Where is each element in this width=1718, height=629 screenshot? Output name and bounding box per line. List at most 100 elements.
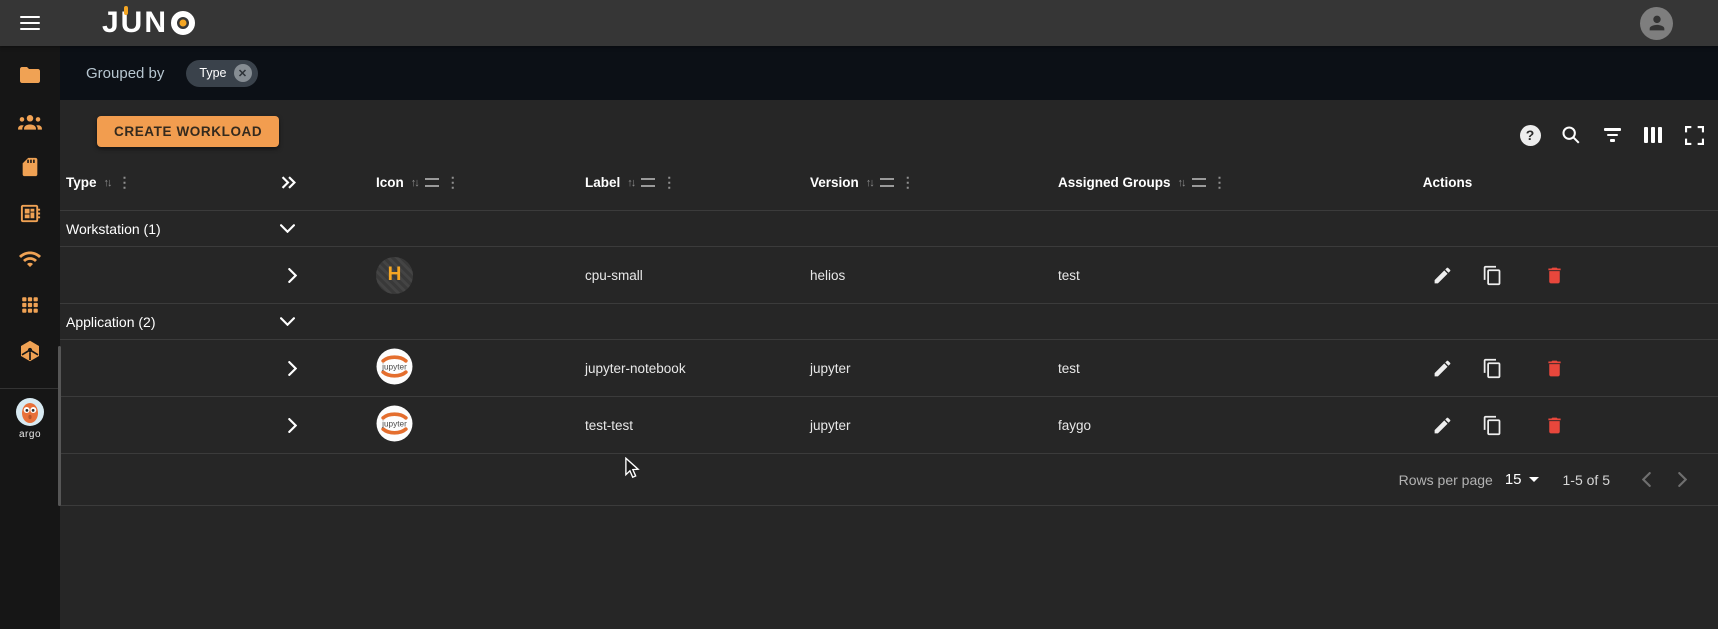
edit-icon[interactable] xyxy=(1430,263,1454,287)
delete-icon[interactable] xyxy=(1542,356,1566,380)
drag-handle-icon[interactable] xyxy=(1192,178,1206,187)
drag-handle-icon[interactable] xyxy=(641,178,655,187)
sort-icon[interactable]: ↑↓ xyxy=(1178,177,1185,189)
developer-board-icon xyxy=(19,202,42,225)
top-bar: JUN xyxy=(0,0,1718,46)
drag-handle-icon[interactable] xyxy=(880,178,894,187)
edit-icon[interactable] xyxy=(1430,413,1454,437)
column-header-icon[interactable]: Icon ↑↓ ⋮ xyxy=(340,174,560,191)
column-label: Label xyxy=(585,175,620,190)
column-menu-icon[interactable]: ⋮ xyxy=(446,174,460,191)
sort-icon[interactable]: ↑↓ xyxy=(866,177,873,189)
sort-icon[interactable]: ↑↓ xyxy=(104,177,111,189)
cell-version: jupyter xyxy=(785,418,1035,433)
row-actions xyxy=(1430,413,1718,437)
group-row-workstation[interactable]: Workstation (1) xyxy=(60,211,1718,247)
column-header-version[interactable]: Version ↑↓ ⋮ xyxy=(785,174,1035,191)
delete-icon[interactable] xyxy=(1542,413,1566,437)
scrollbar-thumb[interactable] xyxy=(58,346,61,506)
sidebar-item-groups[interactable] xyxy=(0,98,60,144)
chevron-right-icon[interactable] xyxy=(288,268,340,283)
duplicate-icon[interactable] xyxy=(1480,413,1504,437)
chevron-right-icon[interactable] xyxy=(288,418,340,433)
wifi-icon xyxy=(18,247,42,271)
column-menu-icon[interactable]: ⋮ xyxy=(118,174,132,191)
cell-assigned-groups: test xyxy=(1035,268,1285,283)
column-menu-icon[interactable]: ⋮ xyxy=(1213,174,1227,191)
rows-per-page-value: 15 xyxy=(1505,471,1522,488)
column-header-label[interactable]: Label ↑↓ ⋮ xyxy=(560,174,785,191)
apps-grid-icon xyxy=(19,294,41,316)
grouped-by-chip[interactable]: Type ✕ xyxy=(186,60,257,87)
chip-close-icon[interactable]: ✕ xyxy=(234,64,252,82)
sidebar-item-devices[interactable] xyxy=(0,190,60,236)
group-row-application[interactable]: Application (2) xyxy=(60,304,1718,340)
sidebar-nav: argo xyxy=(0,46,60,629)
drag-handle-icon[interactable] xyxy=(425,178,439,187)
duplicate-icon[interactable] xyxy=(1480,263,1504,287)
svg-text:jupyter: jupyter xyxy=(381,362,407,371)
group-label: Workstation (1) xyxy=(60,221,280,237)
sidebar-item-network[interactable] xyxy=(0,236,60,282)
chevron-down-icon[interactable] xyxy=(280,224,340,233)
sort-icon[interactable]: ↑↓ xyxy=(411,177,418,189)
edit-icon[interactable] xyxy=(1430,356,1454,380)
column-label: Icon xyxy=(376,175,404,190)
table-row[interactable]: jupyter test-test jupyter faygo xyxy=(60,397,1718,454)
sidebar-item-files[interactable] xyxy=(0,52,60,98)
create-workload-button[interactable]: CREATE WORKLOAD xyxy=(97,116,279,147)
cell-label: jupyter-notebook xyxy=(560,361,785,376)
column-label: Version xyxy=(810,175,859,190)
svg-text:jupyter: jupyter xyxy=(381,419,407,428)
duplicate-icon[interactable] xyxy=(1480,356,1504,380)
juno-logo-o xyxy=(171,11,195,35)
sort-icon[interactable]: ↑↓ xyxy=(627,177,634,189)
groups-icon xyxy=(17,108,43,134)
cell-version: helios xyxy=(785,268,1035,283)
rows-per-page-select[interactable]: 15 xyxy=(1505,471,1539,488)
next-page-icon[interactable] xyxy=(1670,468,1694,492)
grouped-by-label: Grouped by xyxy=(86,65,164,82)
sidebar-divider xyxy=(0,388,60,389)
folder-icon xyxy=(18,63,42,87)
filter-icon[interactable] xyxy=(1600,123,1624,147)
table-row[interactable]: H cpu-small helios test xyxy=(60,247,1718,304)
chip-label: Type xyxy=(199,66,226,80)
help-icon[interactable]: ? xyxy=(1518,123,1542,147)
workloads-page: JUN xyxy=(0,0,1718,629)
workload-icon-jupyter: jupyter xyxy=(376,405,413,442)
cell-assigned-groups: faygo xyxy=(1035,418,1285,433)
table-row[interactable]: jupyter jupyter-notebook jupyter test xyxy=(60,340,1718,397)
column-menu-icon[interactable]: ⋮ xyxy=(662,174,676,191)
sidebar-item-argo[interactable]: argo xyxy=(15,397,45,440)
column-header-assigned-groups[interactable]: Assigned Groups ↑↓ ⋮ xyxy=(1035,174,1285,191)
juno-logo-orange-tick xyxy=(124,6,128,15)
chevron-right-icon[interactable] xyxy=(288,361,340,376)
column-header-type[interactable]: Type ↑↓ ⋮ xyxy=(60,174,280,191)
juno-logo: JUN xyxy=(102,8,195,38)
hamburger-menu-icon[interactable] xyxy=(20,16,40,31)
user-avatar[interactable] xyxy=(1640,7,1673,40)
column-menu-icon[interactable]: ⋮ xyxy=(901,174,915,191)
sidebar-item-apps[interactable] xyxy=(0,282,60,328)
sidebar-item-workloads[interactable] xyxy=(0,328,60,374)
column-label: Actions xyxy=(1285,175,1610,190)
row-actions xyxy=(1430,263,1718,287)
delete-icon[interactable] xyxy=(1542,263,1566,287)
chevron-down-icon[interactable] xyxy=(280,317,340,326)
fullscreen-icon[interactable] xyxy=(1682,123,1706,147)
pagination-bar: Rows per page 15 1-5 of 5 xyxy=(60,454,1718,506)
sim-card-icon xyxy=(19,156,41,178)
cell-label: cpu-small xyxy=(560,268,785,283)
previous-page-icon[interactable] xyxy=(1634,468,1658,492)
argo-mascot-icon xyxy=(15,397,45,427)
expand-all-header[interactable] xyxy=(280,176,340,189)
workload-icon-helios: H xyxy=(376,257,413,294)
columns-icon[interactable] xyxy=(1641,123,1665,147)
workload-icon-jupyter: jupyter xyxy=(376,348,413,385)
juno-logo-orange-dot xyxy=(180,20,187,27)
column-label: Assigned Groups xyxy=(1058,175,1171,190)
sidebar-item-storage[interactable] xyxy=(0,144,60,190)
search-icon[interactable] xyxy=(1559,123,1583,147)
juno-logo-text: JUN xyxy=(102,8,168,38)
